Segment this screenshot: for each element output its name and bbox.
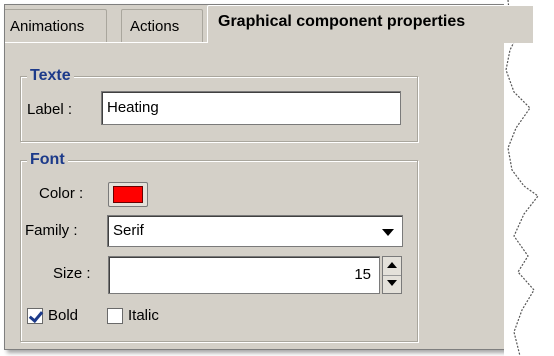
tab-strip: Animations Actions Graphical component p…	[5, 5, 533, 43]
properties-panel: Animations Actions Graphical component p…	[4, 4, 534, 350]
tab-actions[interactable]: Actions	[121, 9, 203, 42]
tab-actions-label: Actions	[130, 18, 180, 35]
size-decrement-button[interactable]	[383, 275, 401, 293]
bold-label: Bold	[48, 307, 79, 324]
font-group: Font Color : Family : Serif Size : 15 Bo…	[20, 150, 418, 342]
spin-down-icon	[387, 280, 397, 286]
tab-animations-label: Animations	[10, 18, 85, 35]
label-input[interactable]: Heating	[101, 91, 401, 125]
torn-edge-decoration	[504, 0, 554, 356]
tab-graphical-component-properties-label: Graphical component properties	[218, 13, 466, 30]
tab-animations[interactable]: Animations	[5, 9, 107, 42]
font-group-title: Font	[27, 150, 68, 170]
family-select[interactable]: Serif	[107, 215, 403, 247]
checkmark-icon	[28, 307, 44, 324]
color-swatch	[113, 186, 143, 203]
bold-checkbox[interactable]	[27, 307, 44, 324]
spin-up-icon	[387, 262, 397, 268]
label-caption: Label :	[27, 101, 73, 118]
chevron-down-icon	[382, 229, 394, 236]
size-caption: Size :	[53, 265, 91, 282]
family-select-value: Serif	[113, 222, 144, 239]
texte-group-title: Texte	[27, 66, 74, 86]
size-increment-button[interactable]	[383, 257, 401, 276]
italic-checkbox[interactable]	[107, 308, 123, 324]
tab-graphical-component-properties[interactable]: Graphical component properties	[207, 5, 533, 43]
color-picker-button[interactable]	[108, 182, 148, 207]
italic-label: Italic	[128, 307, 159, 324]
texte-group: Texte Label : Heating	[20, 66, 418, 142]
tab-content: Texte Label : Heating Font Color : Famil…	[5, 43, 533, 349]
size-spinner	[382, 256, 402, 294]
size-input[interactable]: 15	[108, 256, 380, 294]
family-caption: Family :	[25, 222, 78, 239]
color-caption: Color :	[39, 185, 84, 202]
